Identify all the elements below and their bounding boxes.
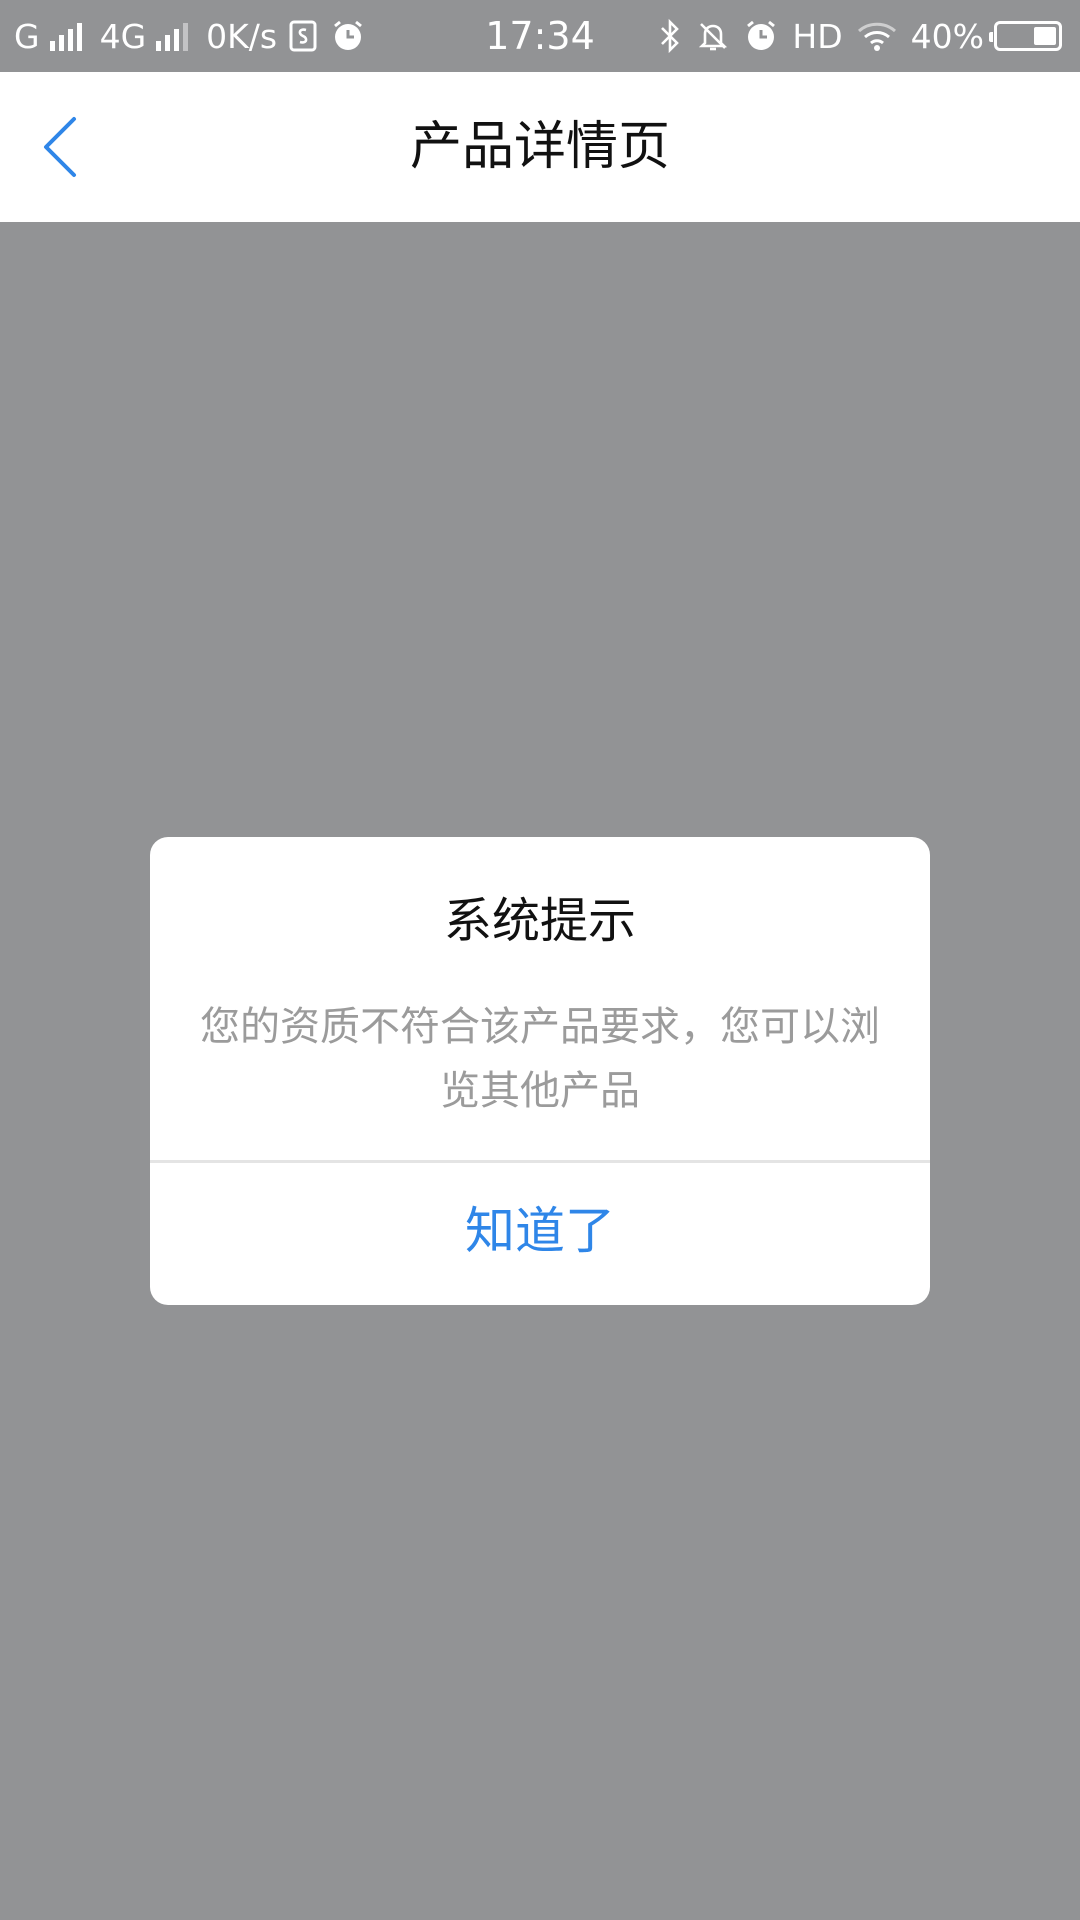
got-it-button[interactable]: 知道了 bbox=[150, 1163, 930, 1305]
status-bar: G 4G 0K/s 17:34 HD 40% bbox=[0, 0, 1080, 72]
wifi-icon bbox=[857, 20, 897, 52]
system-alert-dialog: 系统提示 您的资质不符合该产品要求，您可以浏览其他产品 知道了 bbox=[150, 837, 930, 1305]
nav-bar: 产品详情页 bbox=[0, 72, 1080, 222]
battery-fill bbox=[1034, 27, 1056, 45]
alarm-clock-icon bbox=[744, 19, 778, 53]
chevron-left-icon bbox=[44, 117, 76, 177]
page-title: 产品详情页 bbox=[409, 117, 670, 177]
battery-percent: 40% bbox=[910, 16, 984, 56]
status-bar-right: HD 40% bbox=[644, 0, 1062, 72]
hd-label: HD bbox=[792, 16, 843, 56]
battery-icon bbox=[989, 21, 1062, 51]
bluetooth-icon bbox=[658, 18, 682, 54]
back-button[interactable] bbox=[30, 112, 90, 182]
dialog-title: 系统提示 bbox=[443, 893, 636, 949]
dialog-message: 您的资质不符合该产品要求，您可以浏览其他产品 bbox=[200, 1004, 880, 1114]
notifications-off-icon bbox=[696, 19, 730, 53]
